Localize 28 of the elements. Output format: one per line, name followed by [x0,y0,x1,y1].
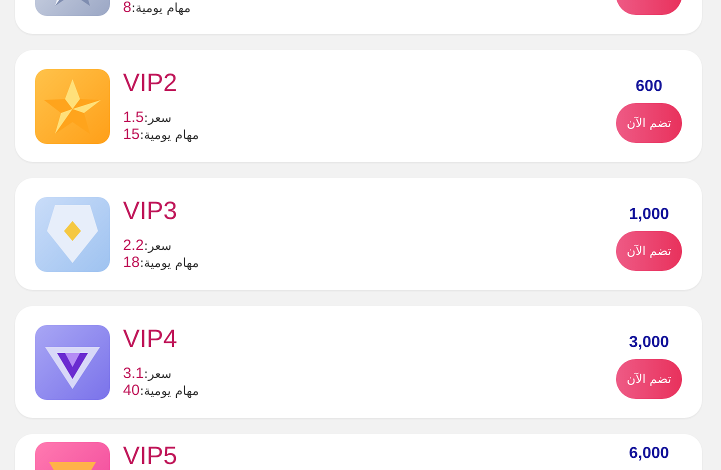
daily-tasks-value: 15 [123,126,140,143]
rate-value: 2.2 [123,237,144,254]
daily-tasks-label: مهام يومية: [140,126,199,143]
vip-level-title: VIP3 [123,197,178,225]
badge-icon [35,197,110,272]
rate-label: سعر: [144,365,172,382]
price: 600 [636,77,662,97]
price: 1,000 [628,205,670,225]
rate-value: 3.1 [123,365,144,382]
rate-label: سعر: [144,237,172,254]
badge-icon [35,69,110,144]
price: 3,000 [628,333,670,353]
daily-tasks-label: مهام يومية: [131,0,191,16]
rate-value: 1.5 [123,109,144,126]
join-button[interactable]: تضم الآن [616,103,682,143]
vip-level-title: VIP2 [123,69,178,97]
badge-icon [35,325,110,400]
join-button[interactable]: تضم الآن [616,231,682,271]
daily-tasks-label: مهام يومية: [140,254,199,271]
daily-tasks-value: 8 [123,0,132,16]
join-button[interactable]: تضم الآن [616,359,682,399]
daily-tasks-value: 40 [123,382,140,399]
daily-tasks-value: 18 [123,254,140,271]
daily-tasks-label: مهام يومية: [140,382,199,399]
vip-level-title: VIP5 [123,442,178,470]
vip-level-title: VIP4 [123,325,178,353]
price: 6,000 [628,444,670,464]
rate-label: سعر: [144,109,172,126]
